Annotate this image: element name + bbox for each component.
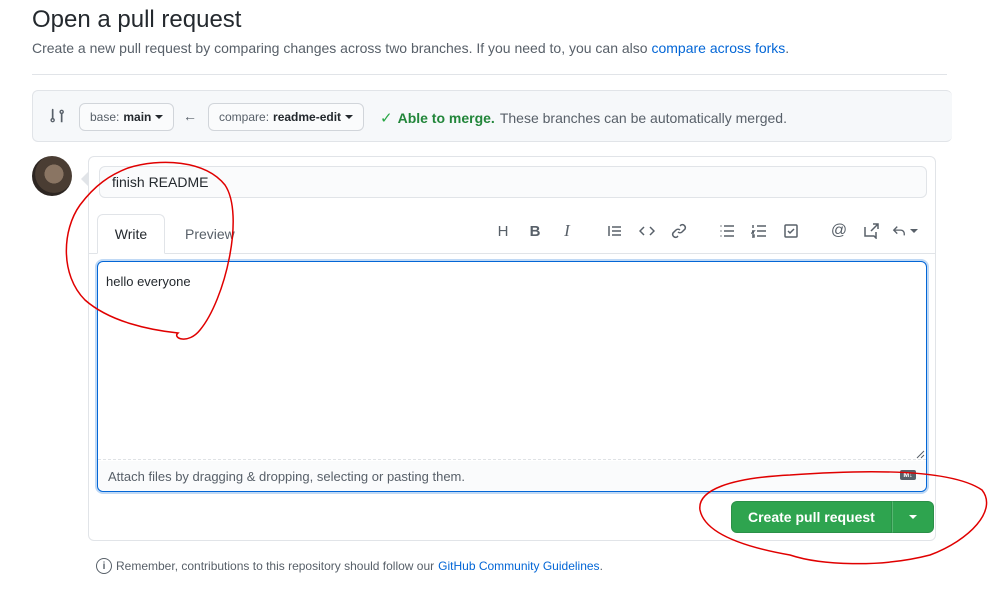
- task-list-icon[interactable]: [775, 221, 807, 241]
- check-icon: ✓: [380, 110, 393, 127]
- merge-status-label: Able to merge.: [397, 110, 495, 126]
- compare-bar: base: main ← compare: readme-edit ✓ Able…: [32, 90, 952, 142]
- attach-files-bar[interactable]: Attach files by dragging & dropping, sel…: [98, 461, 926, 491]
- italic-icon[interactable]: I: [551, 221, 583, 241]
- info-icon: i: [96, 558, 112, 574]
- mention-icon[interactable]: @: [823, 221, 855, 241]
- markdown-toolbar-group-4: @: [823, 221, 923, 241]
- link-icon[interactable]: [663, 221, 695, 241]
- subtitle-end: .: [785, 40, 790, 56]
- subtitle-text: Create a new pull request by comparing c…: [32, 40, 648, 56]
- base-prefix: base:: [90, 110, 120, 124]
- tab-write[interactable]: Write: [97, 214, 165, 254]
- chevron-down-icon: [155, 115, 164, 119]
- saved-reply-icon[interactable]: [887, 221, 923, 241]
- markdown-icon[interactable]: M↓: [900, 470, 916, 480]
- contribution-notice: i Remember, contributions to this reposi…: [96, 558, 603, 574]
- arrow-left-icon: ←: [183, 108, 197, 124]
- resize-handle-icon[interactable]: [915, 449, 925, 459]
- merge-status: ✓ Able to merge. These branches can be a…: [380, 109, 787, 127]
- ordered-list-icon[interactable]: [743, 221, 775, 241]
- comment-editor: hello everyone Attach files by dragging …: [97, 261, 927, 492]
- community-guidelines-link[interactable]: GitHub Community Guidelines: [438, 559, 599, 573]
- compare-across-forks-link[interactable]: compare across forks: [651, 40, 785, 56]
- heading-icon[interactable]: H: [487, 221, 519, 241]
- notice-end: .: [599, 559, 603, 573]
- body-textarea[interactable]: hello everyone: [98, 262, 926, 460]
- header-divider: [32, 74, 947, 75]
- quote-icon[interactable]: [599, 221, 631, 241]
- markdown-toolbar: H B I: [487, 221, 583, 241]
- unordered-list-icon[interactable]: [711, 221, 743, 241]
- cross-reference-icon[interactable]: [855, 221, 887, 241]
- compare-prefix: compare:: [219, 110, 270, 124]
- compare-branch-name: readme-edit: [273, 110, 342, 124]
- page-title: Open a pull request: [32, 6, 242, 33]
- pull-request-form: Write Preview H B I @: [81, 156, 936, 541]
- title-input[interactable]: [99, 166, 927, 198]
- merge-status-detail: These branches can be automatically merg…: [499, 110, 787, 126]
- chevron-down-icon: [345, 115, 354, 119]
- tab-preview[interactable]: Preview: [169, 214, 251, 254]
- page-subtitle: Create a new pull request by comparing c…: [32, 40, 789, 56]
- create-pull-request-group: Create pull request: [731, 501, 934, 533]
- markdown-toolbar-group-3: [711, 221, 807, 241]
- notice-text: Remember, contributions to this reposito…: [116, 559, 435, 573]
- avatar[interactable]: [32, 156, 72, 196]
- base-branch-select[interactable]: base: main: [79, 103, 175, 131]
- base-branch-name: main: [123, 110, 152, 124]
- create-options-dropdown[interactable]: [891, 501, 934, 533]
- chevron-down-icon: [908, 515, 917, 519]
- code-icon[interactable]: [631, 221, 663, 241]
- compare-branch-select[interactable]: compare: readme-edit: [208, 103, 365, 131]
- git-compare-icon: [50, 108, 64, 123]
- bold-icon[interactable]: B: [519, 221, 551, 241]
- attach-files-text: Attach files by dragging & dropping, sel…: [108, 469, 465, 484]
- create-pull-request-button[interactable]: Create pull request: [731, 501, 892, 533]
- chevron-down-icon: [910, 229, 918, 233]
- markdown-toolbar-group-2: [599, 221, 695, 241]
